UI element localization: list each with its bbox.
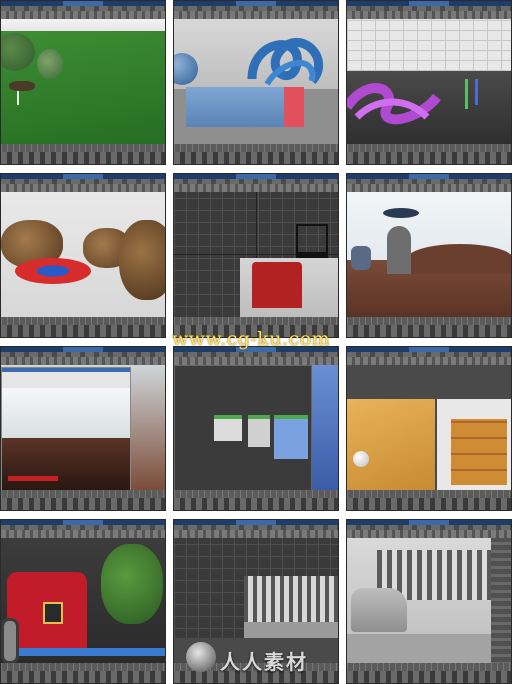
sphere-logo-icon bbox=[186, 642, 216, 672]
material-node[interactable] bbox=[248, 415, 270, 447]
viewport[interactable] bbox=[1, 538, 165, 663]
timeline[interactable] bbox=[347, 317, 511, 325]
command-panel[interactable] bbox=[491, 538, 511, 663]
screenshot-curve-editor bbox=[346, 0, 512, 165]
timeline[interactable] bbox=[174, 317, 338, 325]
main-toolbar[interactable] bbox=[347, 530, 511, 538]
viewport[interactable] bbox=[174, 19, 338, 144]
main-toolbar[interactable] bbox=[1, 184, 165, 192]
box-shape bbox=[186, 87, 284, 127]
sign-shape bbox=[383, 208, 419, 218]
timeline[interactable] bbox=[1, 317, 165, 325]
fountain-shape bbox=[15, 258, 91, 284]
logo-text: 人人素材 bbox=[220, 650, 308, 674]
purple-knot-shape bbox=[347, 83, 441, 125]
timeline[interactable] bbox=[174, 144, 338, 152]
dresser-shape bbox=[451, 419, 507, 485]
viewport[interactable] bbox=[1, 192, 165, 317]
status-bar bbox=[347, 671, 511, 683]
sphere-shape bbox=[353, 451, 369, 467]
timeline[interactable] bbox=[1, 144, 165, 152]
screenshot-knot-box bbox=[173, 0, 339, 165]
timeline[interactable] bbox=[347, 144, 511, 152]
main-toolbar[interactable] bbox=[174, 11, 338, 19]
status-bar bbox=[347, 498, 511, 510]
main-toolbar[interactable] bbox=[347, 11, 511, 19]
red-chair-shape bbox=[252, 262, 302, 308]
status-bar bbox=[1, 498, 165, 510]
viewport[interactable] bbox=[1, 365, 165, 490]
watermark-text: www.cg-ku.com bbox=[172, 328, 331, 350]
status-bar bbox=[1, 671, 165, 683]
site-logo: 人人素材 bbox=[186, 640, 326, 676]
status-bar bbox=[1, 325, 165, 337]
timeline[interactable] bbox=[1, 663, 165, 671]
main-toolbar[interactable] bbox=[1, 530, 165, 538]
chair-wireframe-shape bbox=[296, 224, 328, 258]
viewport[interactable] bbox=[174, 365, 338, 490]
car-shape bbox=[351, 588, 407, 632]
main-toolbar[interactable] bbox=[1, 357, 165, 365]
status-bar bbox=[347, 152, 511, 164]
timeline[interactable] bbox=[174, 490, 338, 498]
screenshot-material-editor bbox=[173, 346, 339, 511]
viewport[interactable] bbox=[347, 192, 511, 317]
main-toolbar[interactable] bbox=[174, 357, 338, 365]
main-toolbar[interactable] bbox=[347, 184, 511, 192]
viewport[interactable] bbox=[174, 192, 338, 317]
screenshot-render-dialog bbox=[0, 346, 166, 511]
screenshot-trees-grass bbox=[0, 0, 166, 165]
screenshot-street-car bbox=[346, 519, 512, 684]
status-bar bbox=[347, 325, 511, 337]
arch-shape bbox=[387, 226, 411, 274]
timeline[interactable] bbox=[347, 663, 511, 671]
main-toolbar[interactable] bbox=[347, 357, 511, 365]
timeline[interactable] bbox=[1, 490, 165, 498]
status-bar bbox=[1, 152, 165, 164]
screenshot-chair-wireframe bbox=[173, 173, 339, 338]
screenshot-trees-fountain bbox=[0, 173, 166, 338]
screenshot-cartoon-house bbox=[0, 519, 166, 684]
tree-icon bbox=[101, 544, 163, 624]
curve-editor-panel[interactable] bbox=[347, 19, 511, 71]
screenshot-wood-dresser bbox=[346, 346, 512, 511]
main-toolbar[interactable] bbox=[1, 11, 165, 19]
viewport[interactable] bbox=[347, 365, 511, 490]
screenshot-desert-landscape bbox=[346, 173, 512, 338]
main-toolbar[interactable] bbox=[174, 184, 338, 192]
material-node[interactable] bbox=[214, 415, 242, 441]
material-node[interactable] bbox=[274, 415, 308, 459]
status-bar bbox=[174, 152, 338, 164]
viewport[interactable] bbox=[347, 538, 511, 663]
render-dialog[interactable] bbox=[1, 367, 131, 490]
viewport[interactable] bbox=[347, 19, 511, 144]
status-bar bbox=[174, 498, 338, 510]
main-toolbar[interactable] bbox=[174, 530, 338, 538]
viewport[interactable] bbox=[1, 19, 165, 144]
timeline[interactable] bbox=[347, 490, 511, 498]
